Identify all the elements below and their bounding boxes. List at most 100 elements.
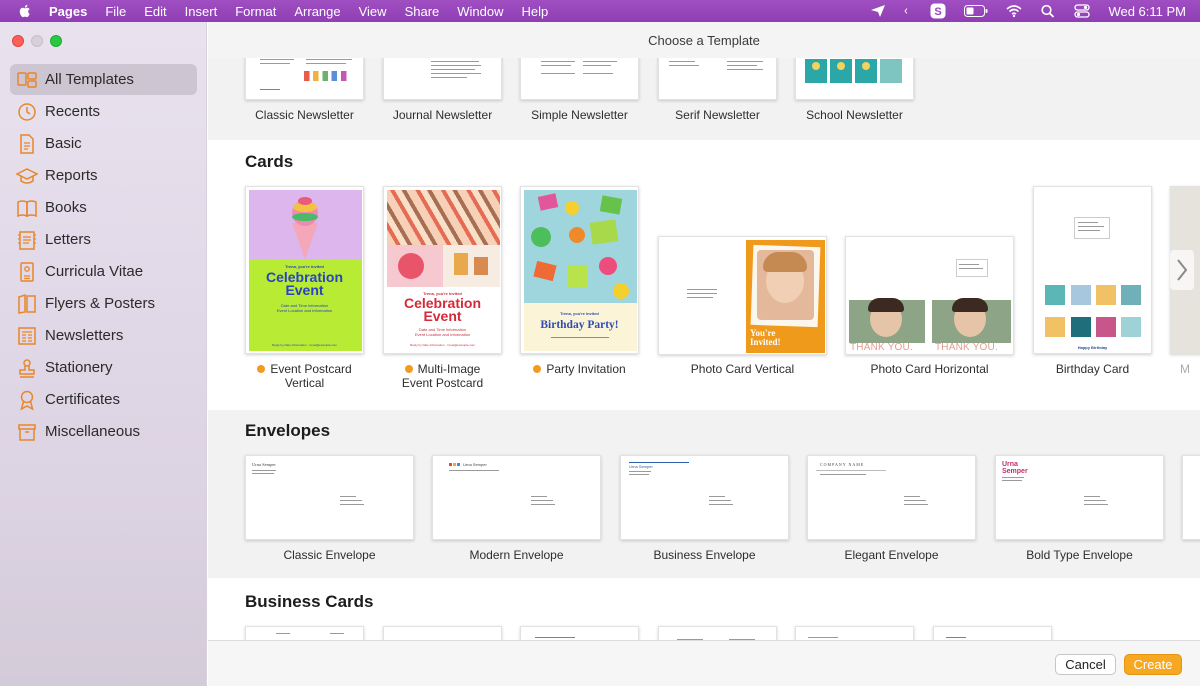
sidebar-item-all-templates[interactable]: All Templates <box>10 64 197 95</box>
card-youre-invited: You're Invited! <box>750 328 781 347</box>
card-invite-line: Trena, you're invited <box>560 311 599 316</box>
card-headline: Celebration Event <box>265 269 343 298</box>
wifi-icon[interactable] <box>1006 4 1022 18</box>
template-label-birthday-card: Birthday Card <box>1055 362 1130 376</box>
template-thumb-elegant-envelope[interactable]: COMPANY NAME <box>807 455 976 540</box>
sidebar-item-letters[interactable]: Letters <box>10 224 197 255</box>
template-thumb-classic-envelope[interactable]: Urna Semper <box>245 455 414 540</box>
control-center-icon[interactable] <box>1074 4 1091 18</box>
card-thank-you-2: THANK YOU. <box>935 342 998 353</box>
chevron-left-icon[interactable] <box>904 4 912 18</box>
menu-window[interactable]: Window <box>457 4 503 19</box>
card-headline: Birthday Party! <box>540 319 619 331</box>
new-badge-dot <box>404 365 413 373</box>
menu-file[interactable]: File <box>105 4 126 19</box>
template-label-event-postcard-vertical: Event Postcard Vertical <box>245 362 364 390</box>
template-thumb-multi-image-event-postcard[interactable]: Trena, you're invited Celebration Event D… <box>383 186 502 354</box>
sidebar-item-label: Newsletters <box>45 327 124 344</box>
svg-text:S: S <box>935 6 942 18</box>
menu-view[interactable]: View <box>359 4 387 19</box>
new-badge-dot <box>533 365 542 373</box>
sidebar-item-certificates[interactable]: Certificates <box>10 384 197 415</box>
newsletter-icon <box>16 325 38 347</box>
menu-format[interactable]: Format <box>235 4 276 19</box>
ribbon-icon <box>16 389 38 411</box>
sidebar-item-reports[interactable]: Reports <box>10 160 197 191</box>
sidebar-item-label: Reports <box>45 167 98 184</box>
sidebar-item-label: Certificates <box>45 391 121 408</box>
window-title: Choose a Template <box>208 22 1200 58</box>
template-label-photo-card-vertical: Photo Card Vertical <box>690 362 795 376</box>
template-label: Serif Newsletter <box>675 108 760 122</box>
skype-icon[interactable]: S <box>930 3 946 19</box>
template-thumb-partial-envelope[interactable] <box>1182 455 1200 540</box>
ice-cream-icon <box>292 197 318 259</box>
letter-icon <box>16 229 38 251</box>
sidebar-item-books[interactable]: Books <box>10 192 197 223</box>
bottom-action-bar: Cancel Create <box>208 640 1200 686</box>
card-headline: Celebration Event <box>403 295 481 324</box>
template-thumb-photo-card-horizontal[interactable]: THANK YOU. THANK YOU. <box>845 236 1014 355</box>
card-details: Date and Time Information Event Location … <box>276 303 333 313</box>
document-icon <box>16 133 38 155</box>
send-icon[interactable] <box>870 4 886 18</box>
menu-clock[interactable]: Wed 6:11 PM <box>1108 4 1186 19</box>
sidebar-item-label: Basic <box>45 135 82 152</box>
new-badge-dot <box>257 365 266 373</box>
sidebar-item-miscellaneous[interactable]: Miscellaneous <box>10 416 197 447</box>
stamp-icon <box>16 357 38 379</box>
graduation-cap-icon <box>16 165 38 187</box>
sidebar-item-recents[interactable]: Recents <box>10 96 197 127</box>
template-thumb-modern-envelope[interactable]: Urna Semper <box>432 455 601 540</box>
menu-arrange[interactable]: Arrange <box>294 4 340 19</box>
menu-help[interactable]: Help <box>522 4 549 19</box>
template-thumb-birthday-card[interactable]: Happy Birthday <box>1033 186 1152 354</box>
maximize-window-button[interactable] <box>50 35 62 47</box>
sidebar-item-basic[interactable]: Basic <box>10 128 197 159</box>
apple-icon[interactable] <box>17 3 33 19</box>
template-label: Simple Newsletter <box>531 108 628 122</box>
template-thumb-photo-card-vertical[interactable]: You're Invited! <box>658 236 827 355</box>
menu-app-name[interactable]: Pages <box>49 4 87 19</box>
envelope-sender-bold: Urna Semper <box>1002 461 1028 475</box>
template-label-photo-card-horizontal: Photo Card Horizontal <box>870 362 989 376</box>
sidebar-item-newsletters[interactable]: Newsletters <box>10 320 197 351</box>
sidebar-item-label: Miscellaneous <box>45 423 141 440</box>
book-icon <box>16 197 38 219</box>
template-label: Elegant Envelope <box>844 548 939 562</box>
sidebar-item-label: Curricula Vitae <box>45 263 144 280</box>
scroll-right-button[interactable] <box>1170 250 1194 290</box>
menu-insert[interactable]: Insert <box>185 4 218 19</box>
template-label: Modern Envelope <box>469 548 564 562</box>
all-templates-icon <box>16 69 38 91</box>
sidebar-item-flyers-posters[interactable]: Flyers & Posters <box>10 288 197 319</box>
sidebar-item-label: All Templates <box>45 71 134 88</box>
card-rsvp: Reply by Date Information · trena@exampl… <box>271 343 338 347</box>
sidebar-item-label: Books <box>45 199 87 216</box>
close-window-button[interactable] <box>12 35 24 47</box>
template-label-partial: M <box>1180 362 1190 376</box>
minimize-window-button[interactable] <box>31 35 43 47</box>
menu-share[interactable]: Share <box>405 4 440 19</box>
template-label: Business Envelope <box>653 548 756 562</box>
search-icon[interactable] <box>1040 4 1056 18</box>
sidebar: All Templates Recents Basic Reports Book… <box>0 22 207 686</box>
template-label-party-invitation: Party Invitation <box>520 362 639 376</box>
section-title-envelopes: Envelopes <box>245 421 331 440</box>
menu-bar: Pages File Edit Insert Format Arrange Vi… <box>0 0 1200 22</box>
menu-edit[interactable]: Edit <box>144 4 166 19</box>
battery-icon[interactable] <box>964 5 988 17</box>
create-button[interactable]: Create <box>1124 654 1182 675</box>
sidebar-item-stationery[interactable]: Stationery <box>10 352 197 383</box>
sidebar-item-label: Letters <box>45 231 91 248</box>
template-thumb-party-invitation[interactable]: Trena, you're invited Birthday Party! <box>520 186 639 354</box>
cancel-button[interactable]: Cancel <box>1055 654 1116 675</box>
template-label: School Newsletter <box>806 108 903 122</box>
sidebar-item-label: Stationery <box>45 359 113 376</box>
section-title-business-cards: Business Cards <box>245 592 374 611</box>
person-document-icon <box>16 261 38 283</box>
template-thumb-business-envelope[interactable]: Urna Semper <box>620 455 789 540</box>
sidebar-item-curricula-vitae[interactable]: Curricula Vitae <box>10 256 197 287</box>
template-thumb-event-postcard-vertical[interactable]: Trena, you're invited Celebration Event D… <box>245 186 364 354</box>
template-thumb-bold-type-envelope[interactable]: Urna Semper <box>995 455 1164 540</box>
